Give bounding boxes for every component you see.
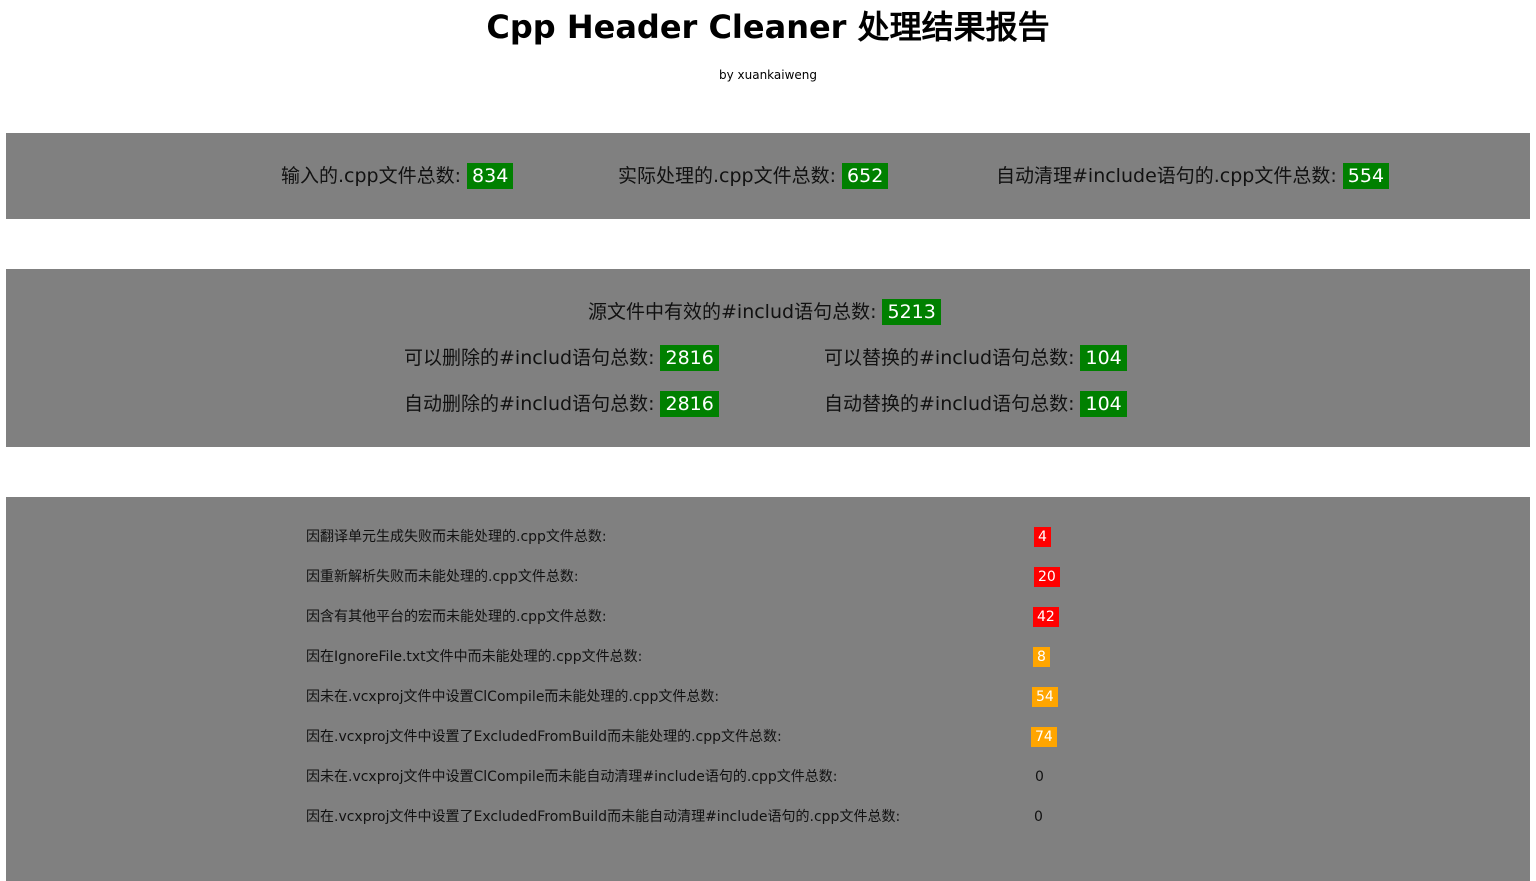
- deletable-includes-label: 可以删除的#includ语句总数:: [404, 347, 655, 369]
- page-title: Cpp Header Cleaner 处理结果报告: [486, 8, 1050, 46]
- failure-row-label: 因在.vcxproj文件中设置了ExcludedFromBuild而未能处理的.…: [306, 729, 782, 745]
- input-files-label: 输入的.cpp文件总数:: [281, 165, 462, 187]
- failure-breakdown-panel: 因翻译单元生成失败而未能处理的.cpp文件总数: 4 因重新解析失败而未能处理的…: [6, 497, 1530, 881]
- deletable-includes-badge: 2816: [660, 345, 719, 371]
- input-files-stat: 输入的.cpp文件总数: 834: [281, 163, 514, 189]
- failure-row-badge: 42: [1033, 607, 1059, 627]
- processed-files-label: 实际处理的.cpp文件总数:: [618, 165, 837, 187]
- failure-row-badge: 54: [1032, 687, 1058, 707]
- auto-deleted-includes-stat: 自动删除的#includ语句总数: 2816: [404, 391, 719, 417]
- auto-replaced-includes-label: 自动替换的#includ语句总数:: [824, 393, 1075, 415]
- auto-replaced-includes-badge: 104: [1080, 391, 1127, 417]
- failure-row-label: 因重新解析失败而未能处理的.cpp文件总数:: [306, 569, 579, 585]
- failure-row-value: 0: [1034, 809, 1043, 825]
- deletable-includes-stat: 可以删除的#includ语句总数: 2816: [404, 345, 719, 371]
- auto-deleted-includes-badge: 2816: [660, 391, 719, 417]
- include-stats-panel: 源文件中有效的#includ语句总数: 5213 可以删除的#includ语句总数…: [6, 269, 1530, 447]
- failure-row-label: 因未在.vcxproj文件中设置ClCompile而未能自动清理#include…: [306, 769, 838, 785]
- failure-row-label: 因含有其他平台的宏而未能处理的.cpp文件总数:: [306, 609, 607, 625]
- failure-row-label: 因在IgnoreFile.txt文件中而未能处理的.cpp文件总数:: [306, 649, 643, 665]
- total-includes-label: 源文件中有效的#includ语句总数:: [588, 301, 877, 323]
- failure-row-badge: 4: [1034, 527, 1051, 547]
- cleaned-files-stat: 自动清理#include语句的.cpp文件总数: 554: [996, 163, 1390, 189]
- file-summary-panel: 输入的.cpp文件总数: 834 实际处理的.cpp文件总数: 652 自动清理#i…: [6, 133, 1530, 219]
- author-byline: by xuankaiweng: [718, 68, 818, 82]
- replaceable-includes-stat: 可以替换的#includ语句总数: 104: [824, 345, 1127, 371]
- auto-deleted-includes-label: 自动删除的#includ语句总数:: [404, 393, 655, 415]
- processed-files-stat: 实际处理的.cpp文件总数: 652: [618, 163, 889, 189]
- failure-row-badge: 74: [1031, 727, 1057, 747]
- failure-row-badge: 8: [1033, 647, 1050, 667]
- cleaned-files-label: 自动清理#include语句的.cpp文件总数:: [996, 165, 1337, 187]
- failure-row-label: 因翻译单元生成失败而未能处理的.cpp文件总数:: [306, 529, 607, 545]
- replaceable-includes-label: 可以替换的#includ语句总数:: [824, 347, 1075, 369]
- failure-row-label: 因在.vcxproj文件中设置了ExcludedFromBuild而未能自动清理…: [306, 809, 901, 825]
- input-files-badge: 834: [467, 163, 514, 189]
- auto-replaced-includes-stat: 自动替换的#includ语句总数: 104: [824, 391, 1127, 417]
- failure-row-badge: 20: [1034, 567, 1060, 587]
- processed-files-badge: 652: [842, 163, 889, 189]
- failure-row-label: 因未在.vcxproj文件中设置ClCompile而未能处理的.cpp文件总数:: [306, 689, 720, 705]
- replaceable-includes-badge: 104: [1080, 345, 1127, 371]
- total-includes-badge: 5213: [882, 299, 941, 325]
- cleaned-files-badge: 554: [1342, 163, 1390, 189]
- failure-row-value: 0: [1035, 769, 1044, 785]
- total-includes-stat: 源文件中有效的#includ语句总数: 5213: [588, 299, 941, 325]
